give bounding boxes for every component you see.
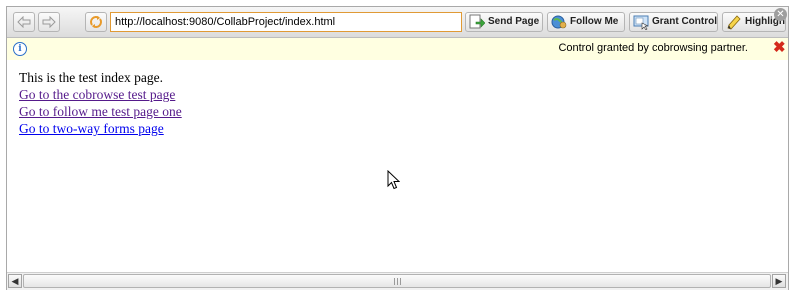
refresh-icon	[90, 16, 102, 28]
info-icon: i	[13, 42, 27, 56]
red-x-icon[interactable]: ✖	[773, 40, 786, 56]
scroll-right-icon[interactable]: ▶	[772, 274, 786, 288]
mouse-pointer-icon	[387, 170, 400, 190]
follow-me-button[interactable]: Follow Me	[547, 12, 625, 32]
close-circle-icon[interactable]: ✕	[774, 8, 787, 21]
send-page-icon	[469, 14, 485, 29]
horizontal-scrollbar[interactable]: ◀ ▶	[7, 272, 788, 290]
forward-button[interactable]	[38, 12, 60, 32]
grant-control-button[interactable]: Grant Control	[629, 12, 718, 32]
globe-user-icon	[551, 15, 567, 29]
notification-bar: i Control granted by cobrowsing partner.…	[7, 38, 788, 60]
link-cobrowse-test[interactable]: Go to the cobrowse test page	[19, 86, 182, 103]
back-arrow-icon	[17, 16, 31, 28]
back-button[interactable]	[13, 12, 35, 32]
grant-control-icon	[633, 15, 649, 30]
grant-control-label: Grant Control	[652, 16, 717, 27]
notification-message: Control granted by cobrowsing partner.	[558, 42, 748, 54]
send-page-label: Send Page	[488, 16, 540, 27]
toolbar: http://localhost:9080/CollabProject/inde…	[7, 7, 788, 38]
highlighter-icon	[727, 15, 741, 30]
follow-me-label: Follow Me	[570, 16, 619, 27]
intro-text: This is the test index page.	[19, 70, 163, 85]
link-follow-me-test[interactable]: Go to follow me test page one	[19, 103, 182, 120]
url-input[interactable]: http://localhost:9080/CollabProject/inde…	[110, 12, 462, 32]
send-page-button[interactable]: Send Page	[465, 12, 543, 32]
cobrowse-window: http://localhost:9080/CollabProject/inde…	[6, 6, 789, 290]
forward-arrow-icon	[42, 16, 56, 28]
link-two-way-forms[interactable]: Go to two-way forms page	[19, 120, 182, 137]
page-content: This is the test index page. Go to the c…	[19, 69, 182, 137]
refresh-button[interactable]	[85, 12, 107, 32]
scroll-thumb[interactable]	[23, 274, 771, 288]
scroll-left-icon[interactable]: ◀	[8, 274, 22, 288]
grip-icon	[394, 278, 403, 285]
